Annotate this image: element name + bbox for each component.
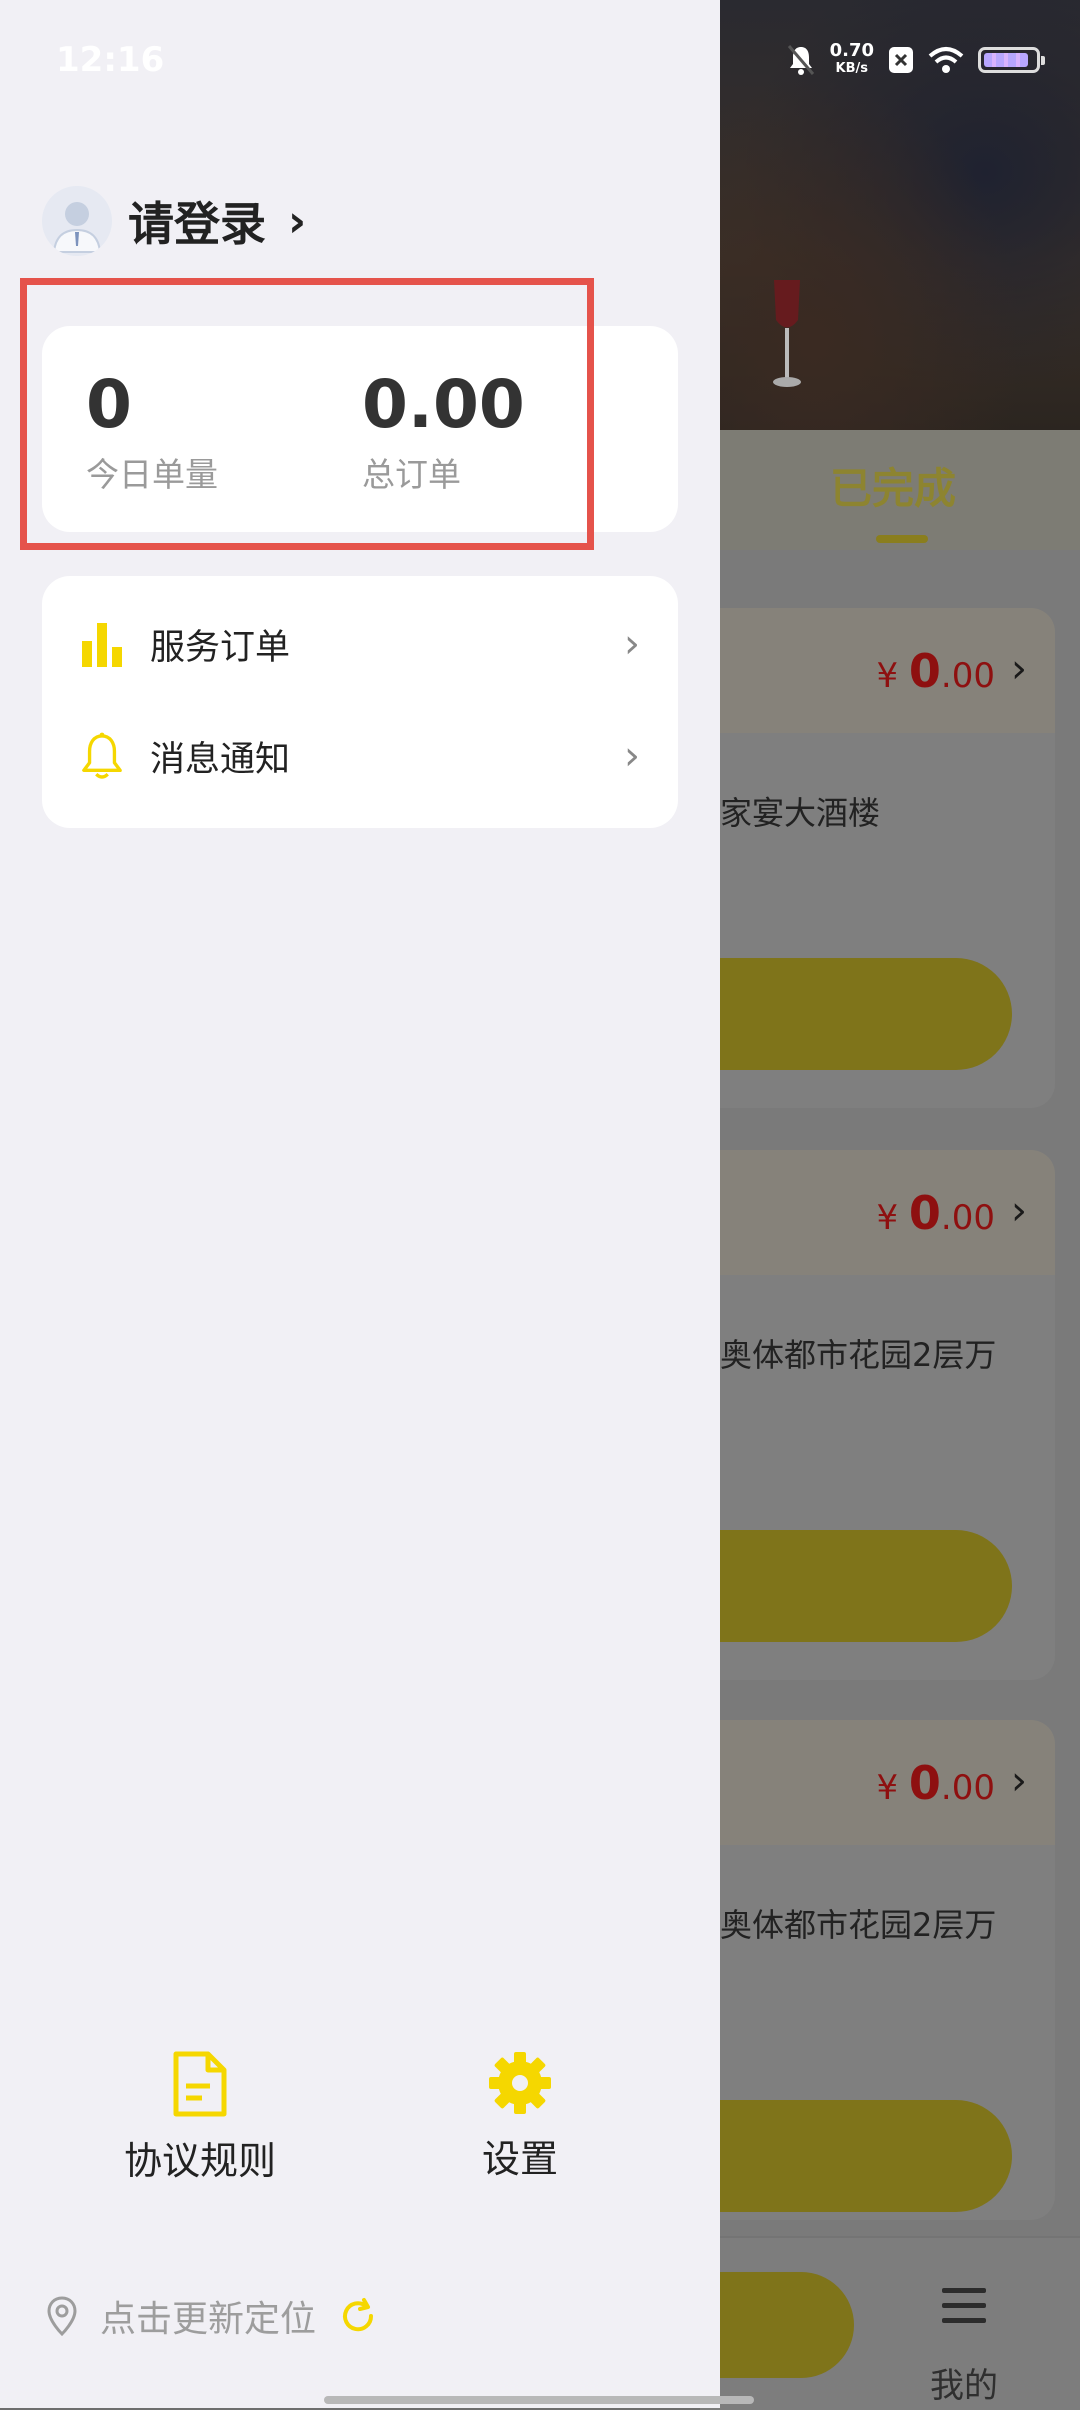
order-card[interactable]: ¥ 0.00 › 奥体都市花园2层万 [700,1720,1055,2220]
highlight-annotation-box [20,278,594,550]
status-time: 12:16 [56,40,165,80]
bell-icon [80,731,124,781]
update-location-row[interactable]: 点击更新定位 [46,2290,378,2342]
agreement-rules-label: 协议规则 [123,2139,276,2183]
menu-card: 服务订单 › 消息通知 › [42,576,678,828]
chevron-right-icon: › [624,621,640,667]
side-drawer: 12:16 请登录 › 0 今日单量 0.00 总订单 服务订单 › 消息通知 … [0,0,720,2408]
tab-completed[interactable]: 已完成 [830,455,956,516]
wine-glass-decoration [773,280,801,387]
login-row[interactable]: 请登录 › [42,186,306,256]
order-address: 奥体都市花园2层万 [720,1906,997,1944]
order-address: 奥体都市花园2层万 [720,1336,997,1374]
price-integer: 0 [908,1186,941,1240]
menu-item-service-orders[interactable]: 服务订单 › [42,588,678,700]
bar-chart-icon [80,619,124,669]
network-speed-unit: KB/s [835,61,869,76]
order-card-header: ¥ 0.00 › [700,608,1055,733]
refresh-icon[interactable] [338,2296,378,2336]
tab-active-indicator [876,535,928,543]
close-box-icon [889,47,913,73]
settings-label: 设置 [481,2137,558,2181]
order-card[interactable]: ¥ 0.00 › 家宴大酒楼 [700,608,1055,1108]
mute-bell-icon [787,45,814,75]
order-card-header: ¥ 0.00 › [700,1720,1055,1845]
login-text[interactable]: 请登录 [128,188,266,254]
user-avatar-icon [42,186,112,256]
currency-symbol: ¥ [876,1198,899,1238]
price-decimal: .00 [940,656,995,696]
price-integer: 0 [908,1756,941,1810]
chevron-right-icon: › [288,195,307,247]
wifi-icon [928,47,964,73]
battery-icon [978,47,1045,73]
network-speed-value: 0.70 [829,40,874,61]
tab-mine[interactable]: 我的 [930,2358,998,2407]
location-pin-icon [47,2296,77,2336]
menu-icon[interactable] [942,2288,986,2333]
network-speed: 0.70 KB/s [830,42,874,78]
order-card-header: ¥ 0.00 › [700,1150,1055,1275]
chevron-right-icon: › [624,733,640,779]
order-action-button[interactable] [700,1530,1012,1642]
currency-symbol: ¥ [876,656,899,696]
tabbar-primary-button[interactable] [700,2272,854,2378]
order-card[interactable]: ¥ 0.00 › 奥体都市花园2层万 [700,1150,1055,1680]
status-bar-icons: 0.70 KB/s [786,42,1045,78]
menu-item-label: 消息通知 [150,739,291,780]
price-integer: 0 [908,644,941,698]
currency-symbol: ¥ [876,1768,899,1808]
order-price: ¥ 0.00 [876,1186,995,1240]
gear-icon [489,2052,551,2114]
chevron-right-icon: › [1011,1188,1027,1234]
menu-item-notifications[interactable]: 消息通知 › [42,700,678,812]
order-action-button[interactable] [700,2100,1012,2212]
price-decimal: .00 [940,1198,995,1238]
avatar[interactable] [42,186,112,256]
chevron-right-icon: › [1011,646,1027,692]
settings-button[interactable]: 设置 [440,2050,600,2183]
chevron-right-icon: › [1011,1758,1027,1804]
bottom-tab-bar: 我的 [700,2236,1080,2410]
order-action-button[interactable] [700,958,1012,1070]
agreement-rules-button[interactable]: 协议规则 [110,2050,290,2185]
update-location-text: 点击更新定位 [100,2299,317,2340]
order-price: ¥ 0.00 [876,1756,995,1810]
document-icon [173,2051,227,2117]
order-price: ¥ 0.00 [876,644,995,698]
menu-item-label: 服务订单 [150,627,291,668]
home-indicator [324,2396,754,2404]
order-address: 家宴大酒楼 [720,794,881,832]
price-decimal: .00 [940,1768,995,1808]
